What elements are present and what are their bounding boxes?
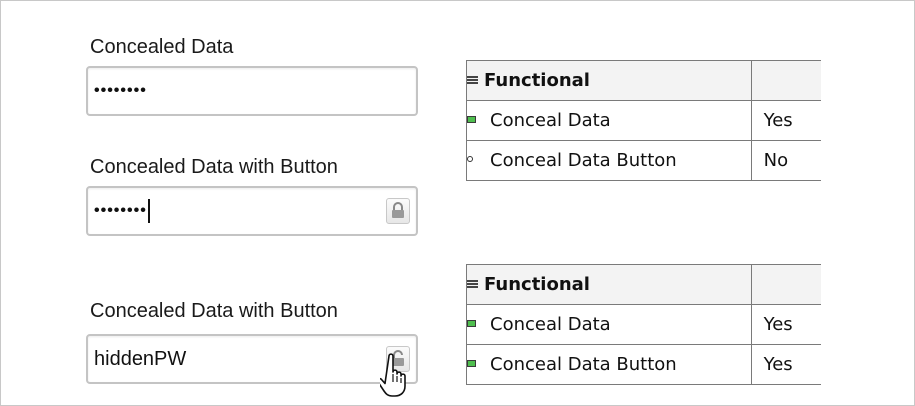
revealed-data-value: hiddenPW — [94, 348, 187, 370]
property-marker-icon — [467, 319, 476, 327]
category-label: Functional — [484, 274, 590, 295]
property-value[interactable]: Yes — [750, 304, 821, 345]
concealed-data-with-button-value: •••••••• — [94, 202, 147, 219]
property-name: Conceal Data Button — [490, 354, 677, 375]
revealed-data-input[interactable]: hiddenPW — [86, 334, 418, 384]
property-name: Conceal Data — [490, 314, 611, 335]
properties-table-1: Functional Conceal Data Yes Conceal Data… — [466, 60, 821, 181]
property-row[interactable]: Conceal Data Yes — [466, 304, 821, 345]
property-value[interactable]: Yes — [750, 100, 821, 141]
concealed-data-with-button-label-2: Concealed Data with Button — [90, 300, 338, 322]
lock-icon — [392, 202, 404, 218]
concealed-data-value: •••••••• — [94, 82, 147, 99]
hand-pointer-icon — [380, 353, 406, 397]
property-name: Conceal Data — [490, 110, 611, 131]
concealed-data-input[interactable]: •••••••• — [86, 66, 418, 116]
property-marker-icon — [467, 359, 476, 367]
text-caret — [147, 198, 150, 223]
property-row[interactable]: Conceal Data Button Yes — [466, 344, 821, 385]
concealed-data-with-button-input[interactable]: •••••••• — [86, 186, 418, 236]
reveal-toggle-button[interactable] — [386, 198, 410, 224]
category-label: Functional — [484, 70, 590, 91]
property-row[interactable]: Conceal Data Button No — [466, 140, 821, 181]
property-value[interactable]: No — [750, 140, 821, 181]
concealed-data-with-button-label: Concealed Data with Button — [90, 156, 338, 178]
category-row[interactable]: Functional — [466, 264, 752, 305]
property-value[interactable]: Yes — [750, 344, 821, 385]
property-marker-icon — [467, 115, 476, 123]
category-row[interactable]: Functional — [466, 60, 752, 101]
concealed-data-label: Concealed Data — [90, 36, 234, 58]
property-name: Conceal Data Button — [490, 150, 677, 171]
collapse-icon[interactable] — [467, 76, 478, 84]
properties-table-2: Functional Conceal Data Yes Conceal Data… — [466, 264, 821, 385]
property-default-icon — [467, 156, 473, 162]
property-row[interactable]: Conceal Data Yes — [466, 100, 821, 141]
collapse-icon[interactable] — [467, 280, 478, 288]
